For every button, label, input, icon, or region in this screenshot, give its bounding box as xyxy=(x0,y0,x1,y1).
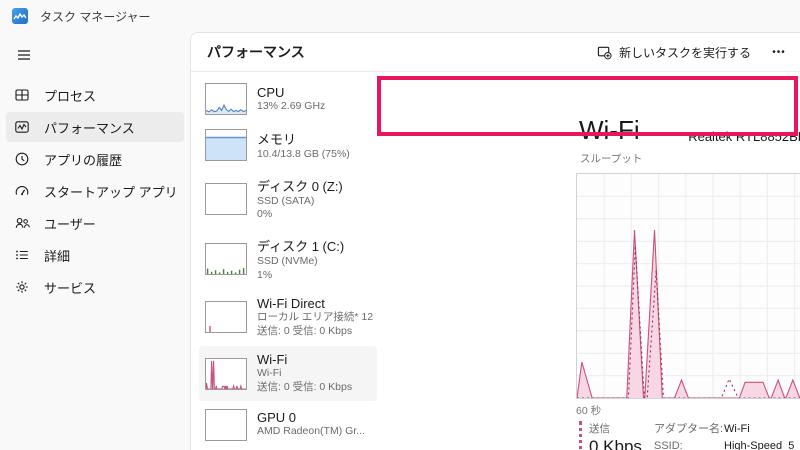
perf-item-subline: 10.4/13.8 GB (75%) xyxy=(257,148,350,162)
ellipsis-icon: ••• xyxy=(772,47,786,58)
perf-item-subline: AMD Radeon(TM) Gr... xyxy=(257,425,365,439)
perf-list-item-disk0[interactable]: ディスク 0 (Z:)SSD (SATA)0% xyxy=(199,170,377,228)
performance-sidebar-list: CPU13% 2.69 GHz メモリ10.4/13.8 GB (75%) ディスク… xyxy=(199,77,377,450)
perf-item-title: ディスク 1 (C:) xyxy=(257,236,344,255)
panel-header: パフォーマンス 新しいタスクを実行する ••• xyxy=(191,33,800,71)
sidebar-item-label: ユーザー xyxy=(44,214,96,233)
cpu-mini-chart xyxy=(205,83,247,115)
property-value: High-Speed_5 xyxy=(724,438,794,450)
sidebar-item-label: アプリの履歴 xyxy=(44,150,122,169)
perf-item-text: メモリ10.4/13.8 GB (75%) xyxy=(257,129,350,162)
perf-item-subline: ローカル エリア接続* 12 xyxy=(257,311,371,325)
perf-item-title: Wi-Fi Direct xyxy=(257,296,371,311)
more-options-button[interactable]: ••• xyxy=(766,41,792,63)
property-row-0: アダプター名:Wi-Fi xyxy=(654,421,794,438)
property-label: SSID: xyxy=(654,438,724,450)
perf-list-item-gpu0[interactable]: GPU 0AMD Radeon(TM) Gr... xyxy=(199,403,377,447)
gpu0-mini-chart xyxy=(205,409,247,441)
legend-send: 送信 0 Kbps xyxy=(579,421,651,450)
axis-label-left: 60 秒 xyxy=(576,403,601,418)
sidebar-item-services[interactable]: サービス xyxy=(6,272,184,302)
perf-item-text: ディスク 1 (C:)SSD (NVMe)1% xyxy=(257,236,344,282)
history-icon xyxy=(14,151,30,167)
wifi-stats: 送信 0 Kbps 受信 アダプター名:Wi-FiSSID:High-Speed… xyxy=(579,421,800,450)
send-label: 送信 xyxy=(589,421,651,436)
run-new-task-button[interactable]: 新しいタスクを実行する xyxy=(588,39,760,66)
adapter-name: Realtek RTL8852BE WiFi 6 802.11ax PCIe A… xyxy=(688,129,800,144)
sidebar-item-label: スタートアップ アプリ xyxy=(44,182,178,201)
services-icon xyxy=(14,279,30,295)
perf-item-text: GPU 0AMD Radeon(TM) Gr... xyxy=(257,410,365,439)
wifi-mini-chart xyxy=(205,358,247,390)
perf-list-item-disk1[interactable]: ディスク 1 (C:)SSD (NVMe)1% xyxy=(199,230,377,288)
sidebar-item-label: サービス xyxy=(44,278,96,297)
titlebar: タスク マネージャー xyxy=(0,0,800,32)
sidebar-item-details[interactable]: 詳細 xyxy=(6,240,184,270)
perf-item-text: CPU13% 2.69 GHz xyxy=(257,85,325,114)
new-task-icon xyxy=(597,45,612,60)
details-icon xyxy=(14,247,30,263)
perf-item-subline: 13% 2.69 GHz xyxy=(257,100,325,114)
header-divider xyxy=(191,71,800,72)
performance-icon xyxy=(14,119,30,135)
perf-item-title: Wi-Fi xyxy=(257,352,352,367)
main-panel: パフォーマンス 新しいタスクを実行する ••• CPU13% 2.69 GHz メ… xyxy=(190,32,800,450)
page-title: パフォーマンス xyxy=(207,42,305,62)
adapter-properties: アダプター名:Wi-FiSSID:High-Speed_5接続の種類:802.1… xyxy=(654,421,794,450)
processes-icon xyxy=(14,87,30,103)
perf-item-title: GPU 0 xyxy=(257,410,365,425)
hamburger-icon[interactable] xyxy=(8,40,40,70)
perf-list-item-wifi[interactable]: Wi-FiWi-Fi送信: 0 受信: 0 Kbps xyxy=(199,346,377,400)
memory-mini-chart xyxy=(205,129,247,161)
property-value: Wi-Fi xyxy=(724,421,750,438)
property-label: アダプター名: xyxy=(654,421,724,438)
throughput-label: スループット xyxy=(580,151,642,166)
throughput-chart xyxy=(576,173,800,399)
perf-list-item-cpu[interactable]: CPU13% 2.69 GHz xyxy=(199,77,377,121)
perf-item-subline: SSD (SATA) xyxy=(257,195,343,209)
perf-item-subline: SSD (NVMe) xyxy=(257,255,344,269)
chart-legend: 送信 0 Kbps 受信 xyxy=(579,421,651,450)
disk0-mini-chart xyxy=(205,183,247,215)
sidebar-item-label: プロセス xyxy=(44,86,96,105)
sidebar-item-label: 詳細 xyxy=(44,246,70,265)
sidebar: プロセスパフォーマンスアプリの履歴スタートアップ アプリユーザー詳細サービス xyxy=(0,32,190,450)
sidebar-item-app-history[interactable]: アプリの履歴 xyxy=(6,144,184,174)
disk1-mini-chart xyxy=(205,243,247,275)
perf-item-text: Wi-Fi Directローカル エリア接続* 12送信: 0 受信: 0 Kb… xyxy=(257,296,371,338)
task-manager-icon xyxy=(12,8,28,24)
perf-item-subline: 0% xyxy=(257,208,343,222)
wifi-detail-pane: Wi-Fi Realtek RTL8852BE WiFi 6 802.11ax … xyxy=(571,109,800,450)
perf-item-subline: 1% xyxy=(257,269,344,283)
sidebar-item-label: パフォーマンス xyxy=(44,118,135,137)
wifidirect-mini-chart xyxy=(205,301,247,333)
sidebar-item-performance[interactable]: パフォーマンス xyxy=(6,112,184,142)
perf-list-item-wifidirect[interactable]: Wi-Fi Directローカル エリア接続* 12送信: 0 受信: 0 Kb… xyxy=(199,290,377,344)
sidebar-item-startup[interactable]: スタートアップ アプリ xyxy=(6,176,184,206)
perf-item-text: ディスク 0 (Z:)SSD (SATA)0% xyxy=(257,176,343,222)
perf-item-title: メモリ xyxy=(257,129,350,148)
perf-item-subline: 送信: 0 受信: 0 Kbps xyxy=(257,325,371,339)
perf-item-title: CPU xyxy=(257,85,325,100)
wifi-detail-title: Wi-Fi xyxy=(579,115,640,146)
send-value: 0 Kbps xyxy=(589,437,651,450)
perf-item-subline: Wi-Fi xyxy=(257,367,352,381)
run-new-task-label: 新しいタスクを実行する xyxy=(619,44,751,61)
perf-list-item-memory[interactable]: メモリ10.4/13.8 GB (75%) xyxy=(199,123,377,168)
perf-item-text: Wi-FiWi-Fi送信: 0 受信: 0 Kbps xyxy=(257,352,352,394)
sidebar-item-users[interactable]: ユーザー xyxy=(6,208,184,238)
property-row-1: SSID:High-Speed_5 xyxy=(654,438,794,450)
startup-icon xyxy=(14,183,30,199)
perf-item-title: ディスク 0 (Z:) xyxy=(257,176,343,195)
window-title: タスク マネージャー xyxy=(40,8,151,25)
sidebar-item-processes[interactable]: プロセス xyxy=(6,80,184,110)
perf-item-subline: 送信: 0 受信: 0 Kbps xyxy=(257,381,352,395)
users-icon xyxy=(14,215,30,231)
